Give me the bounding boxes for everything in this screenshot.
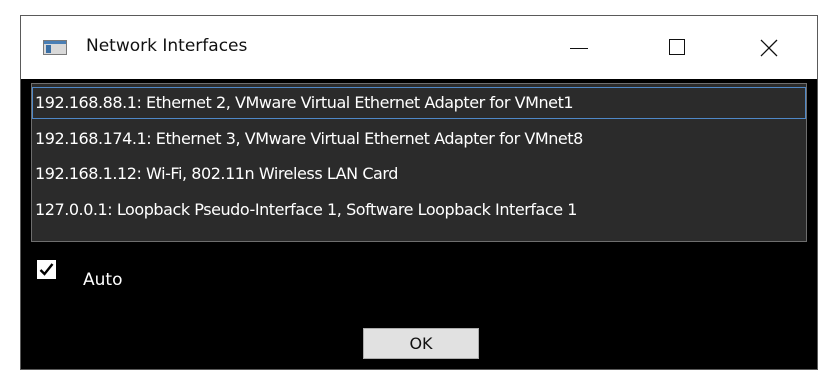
title-bar[interactable]: Network Interfaces	[21, 16, 817, 79]
network-interfaces-dialog: Network Interfaces 192.168.88.1: Etherne…	[20, 15, 818, 370]
maximize-button[interactable]	[657, 30, 697, 66]
list-item[interactable]: 192.168.1.12: Wi-Fi, 802.11n Wireless LA…	[32, 158, 806, 190]
maximize-icon	[669, 39, 685, 55]
close-button[interactable]	[749, 30, 789, 66]
app-window-icon	[43, 40, 67, 55]
minimize-icon	[570, 48, 588, 49]
window-title: Network Interfaces	[86, 36, 248, 56]
list-item[interactable]: 127.0.0.1: Loopback Pseudo-Interface 1, …	[32, 194, 806, 226]
network-interface-list[interactable]: 192.168.88.1: Ethernet 2, VMware Virtual…	[31, 83, 807, 242]
list-item[interactable]: 192.168.174.1: Ethernet 3, VMware Virtua…	[32, 123, 806, 155]
auto-label: Auto	[83, 270, 123, 290]
auto-checkbox[interactable]	[37, 260, 56, 279]
checkmark-icon	[39, 263, 54, 276]
ok-button[interactable]: OK	[363, 328, 479, 359]
minimize-button[interactable]	[559, 30, 599, 66]
close-icon	[760, 39, 778, 57]
list-item[interactable]: 192.168.88.1: Ethernet 2, VMware Virtual…	[32, 87, 806, 119]
